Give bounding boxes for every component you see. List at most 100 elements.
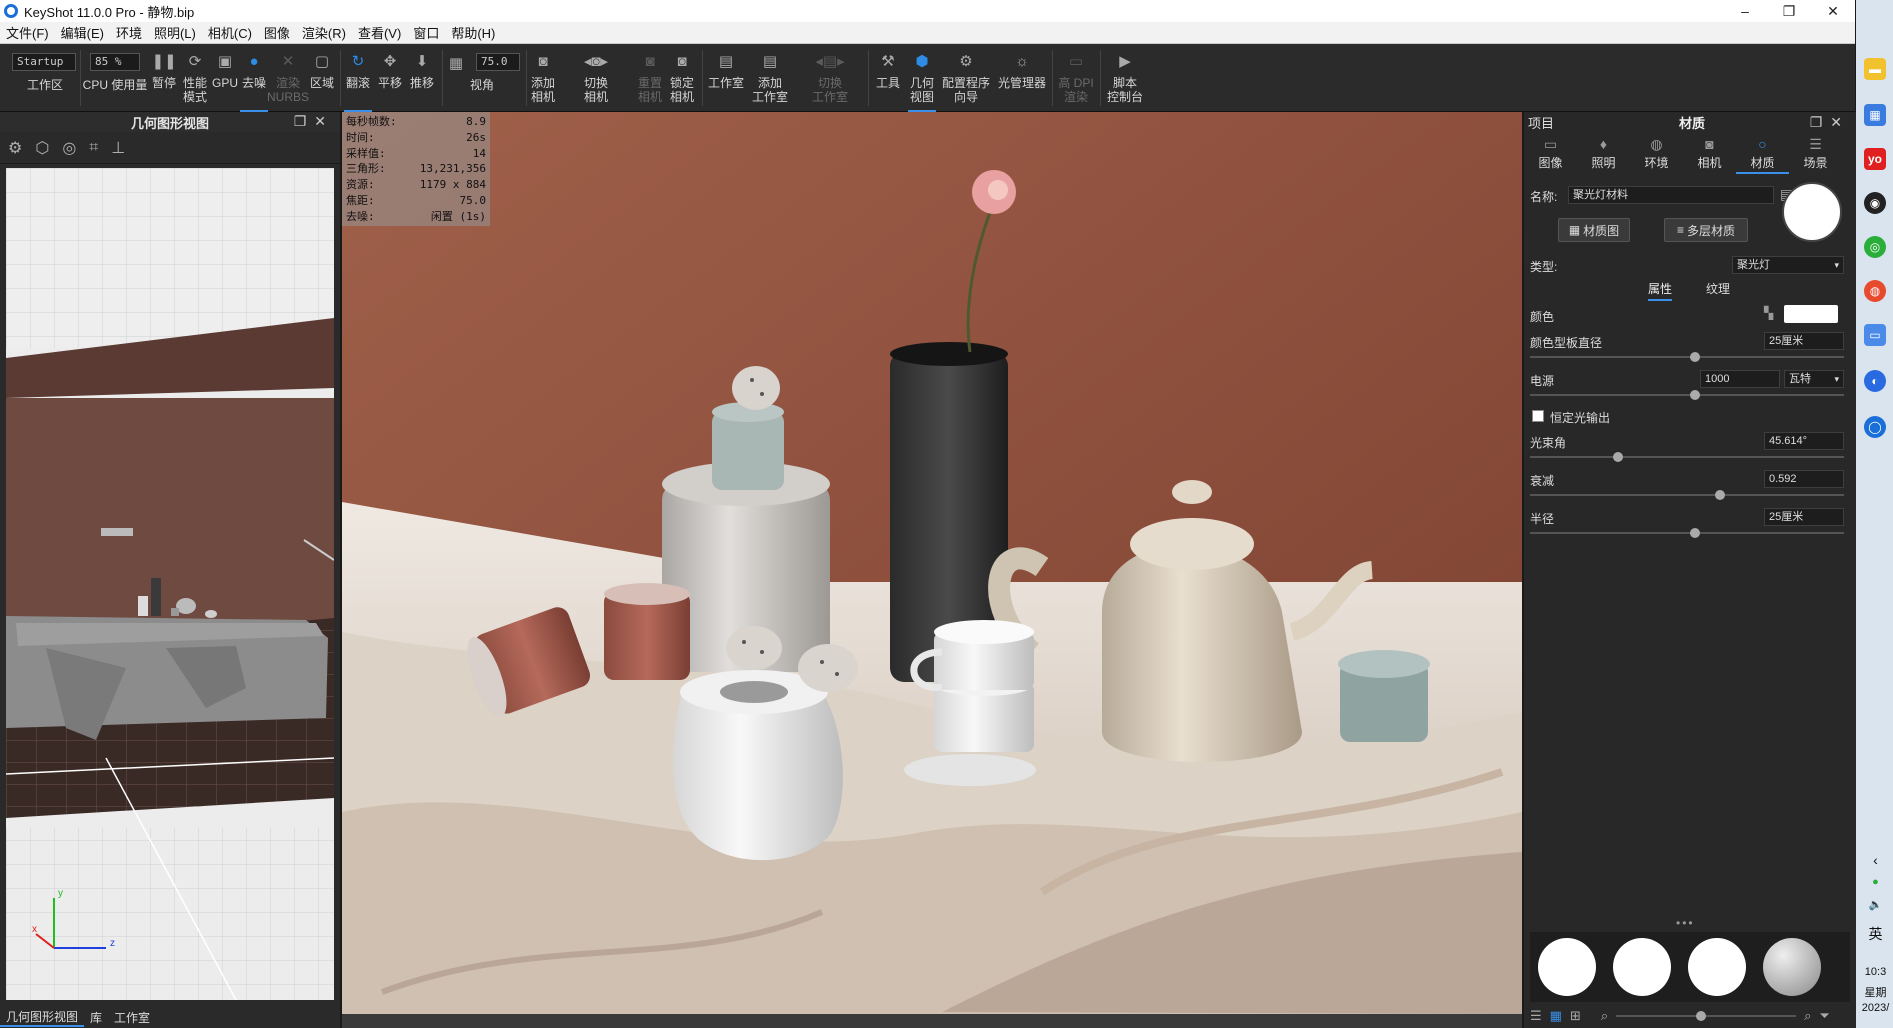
grid-view-icon[interactable]: ▦ bbox=[1550, 1008, 1562, 1024]
tab-scene[interactable]: ☰ 场景 bbox=[1789, 136, 1842, 174]
tab-image[interactable]: ▭ 图像 bbox=[1524, 136, 1577, 174]
menu-image[interactable]: 图像 bbox=[258, 23, 296, 42]
performance-mode-button[interactable]: ⟳ 性能 模式 bbox=[180, 44, 210, 112]
region-button[interactable]: ▢ 区域 bbox=[308, 44, 336, 112]
light-manager-button[interactable]: ☼ 光管理器 bbox=[996, 44, 1048, 112]
menu-edit[interactable]: 编辑(E) bbox=[55, 23, 110, 42]
add-camera-button[interactable]: ◙ 添加 相机 bbox=[528, 44, 558, 112]
clock-time[interactable]: 10:3 bbox=[1858, 966, 1893, 978]
menu-help[interactable]: 帮助(H) bbox=[445, 23, 501, 42]
close-button[interactable]: ✕ bbox=[1811, 3, 1855, 20]
tools-button[interactable]: ⚒ 工具 bbox=[872, 44, 904, 112]
tab-properties[interactable]: 属性 bbox=[1648, 280, 1673, 301]
grid-icon[interactable]: ⌗ bbox=[89, 139, 98, 157]
wechat-icon[interactable]: ◎ bbox=[1864, 236, 1886, 258]
zoom-in-icon[interactable]: ⌕ bbox=[1804, 1008, 1811, 1024]
script-console-button[interactable]: ▶ 脚本 控制台 bbox=[1104, 44, 1146, 112]
dolly-button[interactable]: ⬇ 推移 bbox=[408, 44, 436, 112]
chevron-left-icon[interactable]: ‹ bbox=[1858, 852, 1893, 868]
float-panel-icon[interactable]: ❐ bbox=[294, 113, 315, 129]
power-unit-select[interactable]: 瓦特 ▾ bbox=[1784, 370, 1844, 388]
fov-input[interactable]: 75.0 bbox=[476, 53, 520, 71]
tab-lighting[interactable]: ♦ 照明 bbox=[1577, 136, 1630, 174]
menu-view[interactable]: 查看(V) bbox=[352, 23, 407, 42]
texture-map-icon[interactable]: ▚ bbox=[1764, 306, 1773, 320]
cpu-usage-select[interactable]: 85 % bbox=[90, 53, 140, 71]
menu-lighting[interactable]: 照明(L) bbox=[148, 23, 202, 42]
configurator-wizard-button[interactable]: ⚙ 配置程序 向导 bbox=[940, 44, 992, 112]
speaker-icon[interactable]: 🔈 bbox=[1858, 898, 1893, 911]
swatch-item[interactable] bbox=[1763, 938, 1821, 996]
chrome-icon[interactable]: ◍ bbox=[1864, 280, 1886, 302]
thumbnail-size-slider[interactable] bbox=[1616, 1011, 1797, 1021]
tab-camera[interactable]: ◙ 相机 bbox=[1683, 136, 1736, 174]
ime-indicator[interactable]: 英 bbox=[1858, 924, 1893, 944]
tab-environment[interactable]: ◍ 环境 bbox=[1630, 136, 1683, 174]
constant-output-checkbox[interactable] bbox=[1532, 410, 1544, 422]
slider-knob[interactable] bbox=[1715, 490, 1725, 500]
switch-camera-button[interactable]: ◂◙▸ 切换 相机 bbox=[570, 44, 622, 112]
list-view-icon[interactable]: ☰ bbox=[1530, 1008, 1542, 1024]
minimize-button[interactable]: – bbox=[1723, 3, 1767, 20]
swatch-item[interactable] bbox=[1613, 938, 1671, 996]
diameter-input[interactable]: 25厘米 bbox=[1764, 332, 1844, 350]
denoise-button[interactable]: ● 去噪 bbox=[240, 44, 268, 112]
color-swatch[interactable] bbox=[1784, 305, 1838, 323]
zoom-out-icon[interactable]: ⌕ bbox=[1601, 1008, 1608, 1024]
swatch-item[interactable] bbox=[1538, 938, 1596, 996]
calendar-icon[interactable]: ▦ bbox=[1864, 104, 1886, 126]
slider-knob[interactable] bbox=[1696, 1011, 1707, 1021]
menu-file[interactable]: 文件(F) bbox=[0, 23, 55, 42]
radius-slider[interactable] bbox=[1530, 528, 1844, 538]
camera-fit-icon[interactable]: ◎ bbox=[62, 138, 76, 158]
material-preview-swatch[interactable] bbox=[1782, 182, 1842, 242]
lock-camera-button[interactable]: ◙ 锁定 相机 bbox=[668, 44, 696, 112]
geometry-view-button[interactable]: ⬢ 几何 视图 bbox=[908, 44, 936, 112]
menu-window[interactable]: 窗口 bbox=[407, 23, 445, 42]
tree-view-icon[interactable]: ⊞ bbox=[1570, 1008, 1581, 1024]
youdao-icon[interactable]: yo bbox=[1864, 148, 1886, 170]
power-input[interactable]: 1000 bbox=[1700, 370, 1780, 388]
material-name-input[interactable]: 聚光灯材料 bbox=[1568, 186, 1774, 204]
gpu-button[interactable]: ▣ GPU bbox=[212, 44, 238, 112]
falloff-input[interactable]: 0.592 bbox=[1764, 470, 1844, 488]
close-panel-icon[interactable]: ✕ bbox=[314, 113, 334, 129]
diameter-slider[interactable] bbox=[1530, 352, 1844, 362]
geometry-viewport[interactable]: y x z bbox=[6, 168, 334, 1000]
hidpi-render-button[interactable]: ▭ 高 DPI 渲染 bbox=[1054, 44, 1098, 112]
settings-gear-icon[interactable]: ⚙ bbox=[8, 138, 22, 158]
switch-studio-button[interactable]: ◂▤▸ 切换 工作室 bbox=[800, 44, 860, 112]
tab-geometry-view[interactable]: 几何图形视图 bbox=[0, 1008, 85, 1027]
slider-knob[interactable] bbox=[1613, 452, 1623, 462]
render-nurbs-button[interactable]: ✕ 渲染 NURBS bbox=[267, 44, 309, 112]
maximize-button[interactable]: ❐ bbox=[1767, 3, 1811, 20]
tab-texture[interactable]: 纹理 bbox=[1706, 280, 1730, 297]
beam-angle-slider[interactable] bbox=[1530, 452, 1844, 462]
swatch-item[interactable] bbox=[1688, 938, 1746, 996]
material-type-select[interactable]: 聚光灯 ▾ bbox=[1732, 256, 1844, 274]
menu-camera[interactable]: 相机(C) bbox=[202, 23, 258, 42]
beam-angle-input[interactable]: 45.614° bbox=[1764, 432, 1844, 450]
power-slider[interactable] bbox=[1530, 390, 1844, 400]
monitor-icon[interactable]: ▭ bbox=[1864, 324, 1886, 346]
filter-icon[interactable]: ⏷ bbox=[1819, 1008, 1829, 1024]
radius-input[interactable]: 25厘米 bbox=[1764, 508, 1844, 526]
more-dots-icon[interactable]: ••• bbox=[1676, 916, 1695, 930]
float-panel-icon[interactable]: ❐ bbox=[1810, 114, 1831, 130]
falloff-slider[interactable] bbox=[1530, 490, 1844, 500]
pan-button[interactable]: ✥ 平移 bbox=[376, 44, 404, 112]
tumble-button[interactable]: ↻ 翻滚 bbox=[344, 44, 372, 112]
folder-icon[interactable]: ▬ bbox=[1864, 58, 1886, 80]
reset-camera-button[interactable]: ◙ 重置 相机 bbox=[636, 44, 664, 112]
slider-knob[interactable] bbox=[1690, 390, 1700, 400]
cube-icon[interactable]: ⬡ bbox=[35, 138, 49, 158]
tab-studio[interactable]: 工作室 bbox=[108, 1009, 156, 1026]
multi-layer-material-button[interactable]: ≡ 多层材质 bbox=[1664, 218, 1748, 242]
menu-environment[interactable]: 环境 bbox=[110, 23, 148, 42]
tab-library[interactable]: 库 bbox=[84, 1009, 108, 1026]
material-graph-button[interactable]: ▦ 材质图 bbox=[1558, 218, 1630, 242]
menu-render[interactable]: 渲染(R) bbox=[296, 23, 352, 42]
axis-icon[interactable]: ⊥ bbox=[111, 138, 125, 158]
slider-knob[interactable] bbox=[1690, 352, 1700, 362]
render-viewport[interactable] bbox=[342, 112, 1522, 1014]
